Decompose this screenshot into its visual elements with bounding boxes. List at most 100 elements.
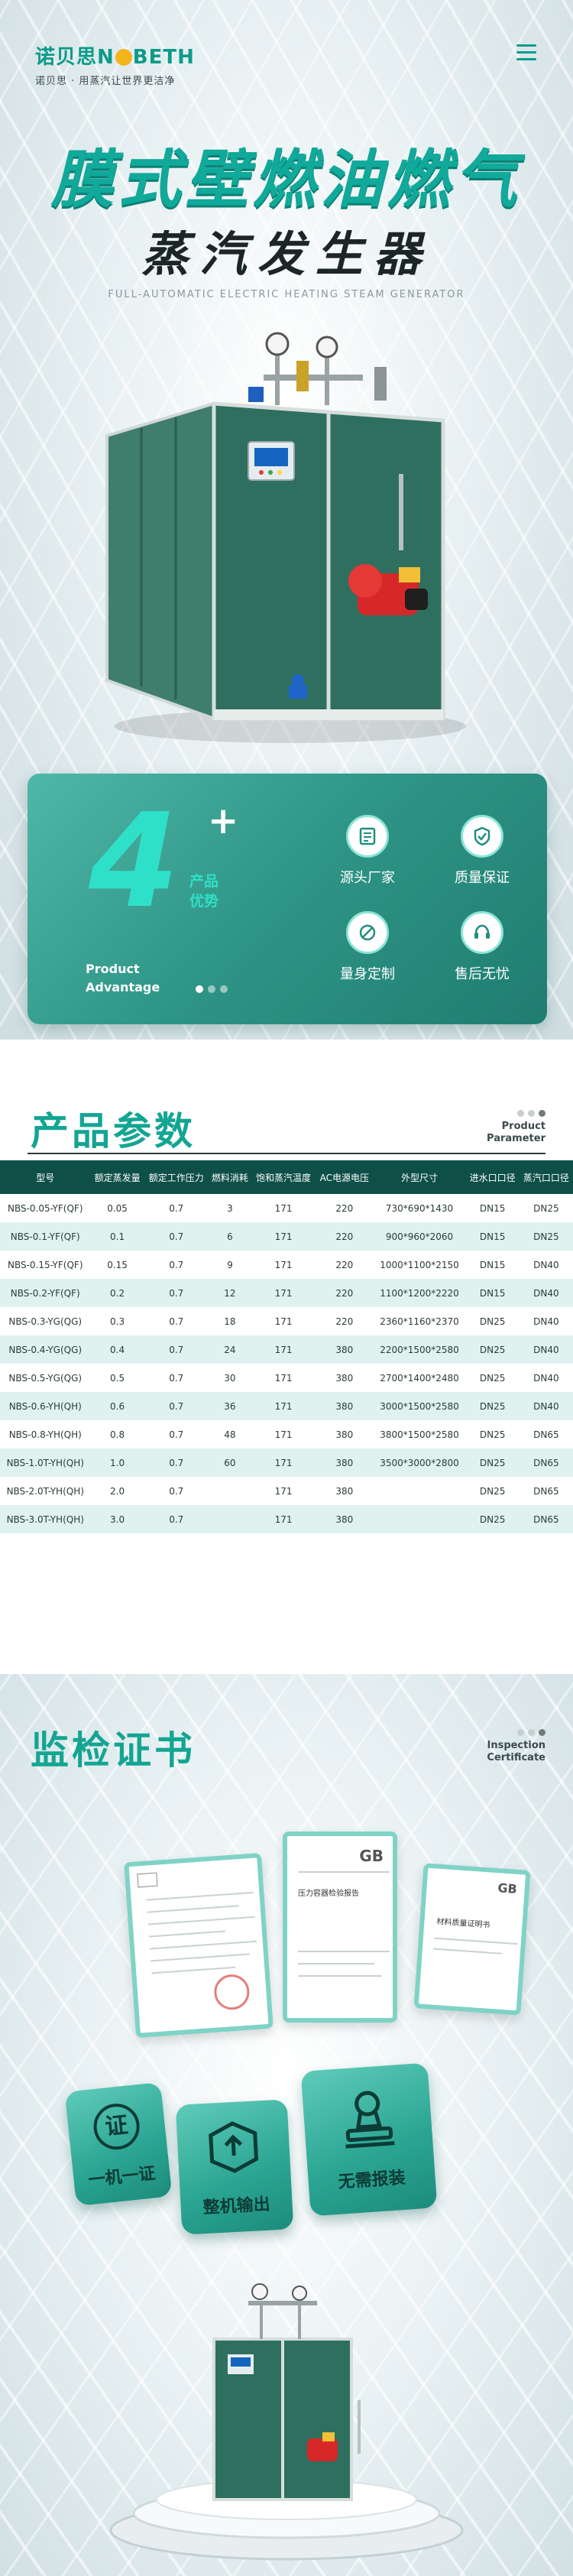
table-cell: 0.7 <box>144 1392 209 1420</box>
factory-icon <box>346 815 389 858</box>
table-header-cell: 蒸汽口口径 <box>519 1160 573 1194</box>
section-dots <box>513 1724 545 1739</box>
parameter-table: 型号 额定蒸发量 额定工作压力 燃料消耗 饱和蒸汽温度 AC电源电压 外型尺寸 进水口口径 蒸汽… <box>0 1160 573 1533</box>
table-cell: 0.05 <box>90 1194 144 1222</box>
table-cell: DN65 <box>519 1505 573 1533</box>
table-cell: NBS-3.0T-YH(QH) <box>0 1505 91 1533</box>
table-cell: NBS-0.6-YH(QH) <box>0 1392 91 1420</box>
table-header-cell: AC电源电压 <box>316 1160 374 1194</box>
table-cell: 0.7 <box>144 1279 209 1307</box>
table-cell: DN25 <box>465 1449 520 1477</box>
table-cell: 171 <box>251 1251 316 1279</box>
table-cell: 0.7 <box>144 1251 209 1279</box>
certificate-document-middle[interactable]: GB 压力容器检验报告 <box>283 1831 397 2023</box>
carousel-dot[interactable] <box>220 985 228 993</box>
table-cell: 380 <box>316 1505 374 1533</box>
table-cell: 220 <box>316 1251 374 1279</box>
table-cell: 9 <box>208 1251 251 1279</box>
advantage-carousel-dots[interactable] <box>196 981 232 996</box>
table-cell: DN40 <box>519 1364 573 1392</box>
advantage-item-label: 质量保证 <box>455 870 510 886</box>
carousel-dot[interactable] <box>196 985 203 993</box>
table-cell: 0.3 <box>90 1307 144 1335</box>
table-header-cell: 型号 <box>0 1160 91 1194</box>
table-cell: 3 <box>208 1194 251 1222</box>
certificate-document-left[interactable] <box>124 1853 274 2038</box>
table-cell <box>373 1505 466 1533</box>
tile-complete-machine-output[interactable]: 整机输出 <box>175 2099 294 2235</box>
brand-logo[interactable]: 诺贝思N BETH 诺贝思 · 用蒸汽让世界更洁净 <box>35 41 195 87</box>
table-cell: 1000*1100*2150 <box>373 1251 466 1279</box>
table-cell: DN40 <box>519 1307 573 1335</box>
table-cell: DN15 <box>465 1222 520 1251</box>
table-row: NBS-0.1-YF(QF) 0.1 0.7 6 171 220 900*960*2060 D… <box>0 1222 573 1251</box>
logo-o-dot-icon <box>115 49 132 66</box>
inspection-certificate-section: 监检证书 Inspection Certificate GB 压力容器检验报告 … <box>0 1674 573 2576</box>
table-cell: 0.7 <box>144 1307 209 1335</box>
table-cell: 0.7 <box>144 1477 209 1505</box>
table-cell: 18 <box>208 1307 251 1335</box>
table-cell: NBS-0.1-YF(QF) <box>0 1222 91 1251</box>
section-divider <box>28 1153 545 1154</box>
table-cell: 0.1 <box>90 1222 144 1251</box>
gb-logo: GB <box>497 1880 518 1896</box>
carousel-dot[interactable] <box>208 985 215 993</box>
table-cell: 0.15 <box>90 1251 144 1279</box>
tile-one-machine-one-cert[interactable]: 证 一机一证 <box>64 2081 173 2207</box>
table-cell <box>208 1477 251 1505</box>
stamp-icon <box>345 2091 395 2149</box>
table-cell: 6 <box>208 1222 251 1251</box>
tile-no-installation-report[interactable]: 无需报装 <box>300 2062 438 2217</box>
table-cell: 171 <box>251 1449 316 1477</box>
table-header-row: 型号 额定蒸发量 额定工作压力 燃料消耗 饱和蒸汽温度 AC电源电压 外型尺寸 进水口口径 蒸汽… <box>0 1160 573 1194</box>
table-cell: 220 <box>316 1279 374 1307</box>
table-cell: 730*690*1430 <box>373 1194 466 1222</box>
table-cell: DN40 <box>519 1335 573 1364</box>
advantage-count: 4 <box>89 786 180 937</box>
section-title: 监检证书 <box>31 1728 196 1773</box>
table-header-cell: 进水口口径 <box>465 1160 520 1194</box>
table-cell: 0.7 <box>144 1194 209 1222</box>
table-cell: 0.6 <box>90 1392 144 1420</box>
table-cell: 1100*1200*2220 <box>373 1279 466 1307</box>
table-cell: 171 <box>251 1420 316 1449</box>
table-row: NBS-0.05-YF(QF) 0.05 0.7 3 171 220 730*690*143… <box>0 1194 573 1222</box>
document-title: 压力容器检验报告 <box>298 1890 359 1898</box>
table-cell: DN25 <box>519 1222 573 1251</box>
table-cell: DN25 <box>465 1477 520 1505</box>
table-cell: 0.7 <box>144 1420 209 1449</box>
table-cell: 0.8 <box>90 1420 144 1449</box>
section-dots <box>513 1105 545 1120</box>
pedestal-machine-illustration <box>109 2283 464 2561</box>
table-cell: 171 <box>251 1364 316 1392</box>
table-cell: NBS-0.15-YF(QF) <box>0 1251 91 1279</box>
advantage-item-factory: 源头厂家 <box>310 815 425 887</box>
hero-section: 诺贝思N BETH 诺贝思 · 用蒸汽让世界更洁净 膜式壁燃油燃气 蒸汽发生器 F… <box>0 0 573 1040</box>
table-body: NBS-0.05-YF(QF) 0.05 0.7 3 171 220 730*690*143… <box>0 1194 573 1533</box>
table-header-cell: 饱和蒸汽温度 <box>251 1160 316 1194</box>
table-cell: 380 <box>316 1477 374 1505</box>
hamburger-menu-icon[interactable] <box>516 44 536 61</box>
table-cell: DN25 <box>465 1420 520 1449</box>
table-row: NBS-0.5-YG(QG) 0.5 0.7 30 171 380 2700*1400*24… <box>0 1364 573 1392</box>
steam-generator-illustration <box>105 332 466 743</box>
table-cell: 900*960*2060 <box>373 1222 466 1251</box>
table-cell: NBS-0.5-YG(QG) <box>0 1364 91 1392</box>
table-cell: 171 <box>251 1477 316 1505</box>
table-cell: DN25 <box>465 1335 520 1364</box>
table-row: NBS-2.0T-YH(QH) 2.0 0.7 171 380 DN25 DN65 <box>0 1477 573 1505</box>
advantage-item-service: 售后无忧 <box>425 911 539 983</box>
table-cell: 0.4 <box>90 1335 144 1364</box>
table-cell: 380 <box>316 1392 374 1420</box>
table-cell: DN15 <box>465 1279 520 1307</box>
certificate-document-right[interactable]: GB 材料质量证明书 <box>413 1863 531 2016</box>
table-cell: NBS-0.4-YG(QG) <box>0 1335 91 1364</box>
table-cell: DN65 <box>519 1449 573 1477</box>
table-cell: 2360*1160*2370 <box>373 1307 466 1335</box>
table-row: NBS-0.15-YF(QF) 0.15 0.7 9 171 220 1000*1100*2… <box>0 1251 573 1279</box>
logo-en-prefix: N <box>97 46 115 69</box>
table-cell: DN40 <box>519 1392 573 1420</box>
table-cell: DN40 <box>519 1251 573 1279</box>
table-cell: DN25 <box>519 1194 573 1222</box>
table-cell: 380 <box>316 1364 374 1392</box>
